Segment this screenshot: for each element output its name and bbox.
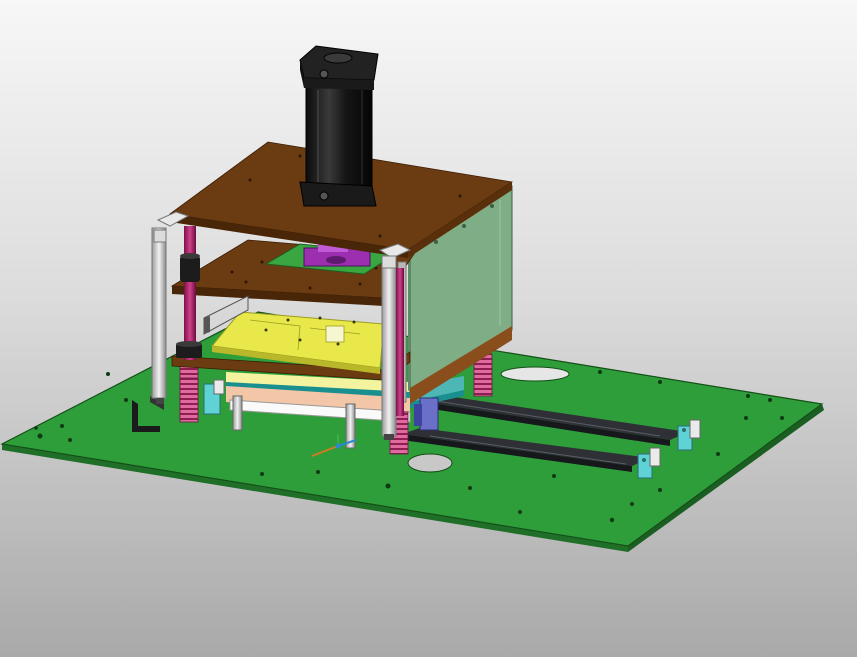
- cad-viewport[interactable]: [0, 0, 857, 657]
- pneumatic-cylinder[interactable]: [299, 45, 379, 207]
- front-spring[interactable]: [179, 377, 199, 423]
- cad-scene[interactable]: [0, 0, 857, 657]
